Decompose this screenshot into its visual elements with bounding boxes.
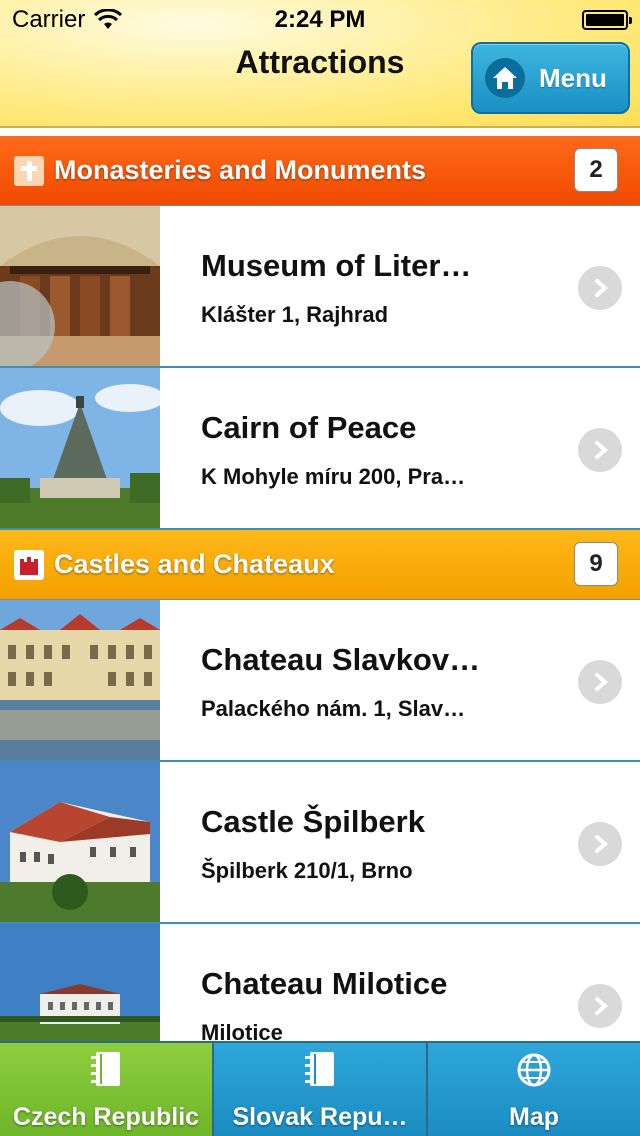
castle-photo: [0, 762, 160, 922]
status-time: 2:24 PM: [274, 6, 366, 33]
tab-bar: Czech Republic Slovak Repu… Map: [0, 1041, 640, 1136]
chevron-right-icon[interactable]: [578, 984, 622, 1028]
list-item[interactable]: Museum of Liter… Klášter 1, Rajhrad: [0, 206, 640, 368]
item-title: Chateau Slavkov…: [201, 642, 481, 677]
count-badge: 2: [574, 148, 618, 192]
menu-button[interactable]: Menu: [471, 42, 630, 114]
battery-icon: [582, 10, 632, 30]
item-address: Špilberk 210/1, Brno: [201, 858, 413, 883]
item-address: K Mohyle míru 200, Pra…: [201, 464, 466, 489]
list-item[interactable]: Chateau Milotice Milotice: [0, 924, 640, 1041]
library-photo: [0, 206, 160, 366]
item-address: Milotice: [201, 1020, 283, 1041]
list-item[interactable]: Castle Špilberk Špilberk 210/1, Brno: [0, 762, 640, 924]
chevron-right-icon[interactable]: [578, 822, 622, 866]
item-address: Palackého nám. 1, Slav…: [201, 696, 466, 721]
section-title: Monasteries and Monuments: [54, 155, 427, 185]
item-title: Cairn of Peace: [201, 410, 417, 445]
notebook-icon: [88, 1050, 124, 1093]
section-header-castles: Castles and Chateaux 9: [0, 530, 640, 600]
count-badge: 9: [574, 542, 618, 586]
globe-icon: [516, 1052, 552, 1093]
chateau-photo: [0, 600, 160, 760]
item-title: Chateau Milotice: [201, 966, 448, 1001]
chevron-right-icon[interactable]: [578, 660, 622, 704]
chevron-right-icon[interactable]: [578, 266, 622, 310]
list-item[interactable]: Chateau Slavkov… Palackého nám. 1, Slav…: [0, 600, 640, 762]
tab-map[interactable]: Map: [428, 1043, 640, 1136]
tab-slovak-republic[interactable]: Slovak Repu…: [214, 1043, 428, 1136]
attractions-list[interactable]: Monasteries and Monuments 2 Museum of Li…: [0, 136, 640, 1041]
list-item[interactable]: Cairn of Peace K Mohyle míru 200, Pra…: [0, 368, 640, 530]
tab-label: Map: [509, 1103, 559, 1131]
status-bar: Carrier 2:24 PM: [0, 0, 640, 40]
tab-label: Czech Republic: [12, 1103, 200, 1131]
castle-icon: [14, 549, 44, 580]
item-title: Museum of Liter…: [201, 248, 472, 283]
tab-czech-republic[interactable]: Czech Republic: [0, 1043, 214, 1136]
monument-photo: [0, 368, 160, 528]
top-header: Carrier 2:24 PM Attractions Menu: [0, 0, 640, 128]
milotice-photo: [0, 924, 160, 1041]
item-title: Castle Špilberk: [201, 804, 425, 839]
notebook-icon: [302, 1050, 338, 1093]
menu-label: Menu: [539, 62, 607, 93]
chevron-right-icon[interactable]: [578, 428, 622, 472]
cross-icon: [14, 155, 44, 186]
item-address: Klášter 1, Rajhrad: [201, 302, 389, 327]
home-icon: [485, 58, 525, 98]
section-title: Castles and Chateaux: [54, 549, 335, 579]
tab-label: Slovak Repu…: [232, 1103, 408, 1131]
section-header-monasteries: Monasteries and Monuments 2: [0, 136, 640, 206]
